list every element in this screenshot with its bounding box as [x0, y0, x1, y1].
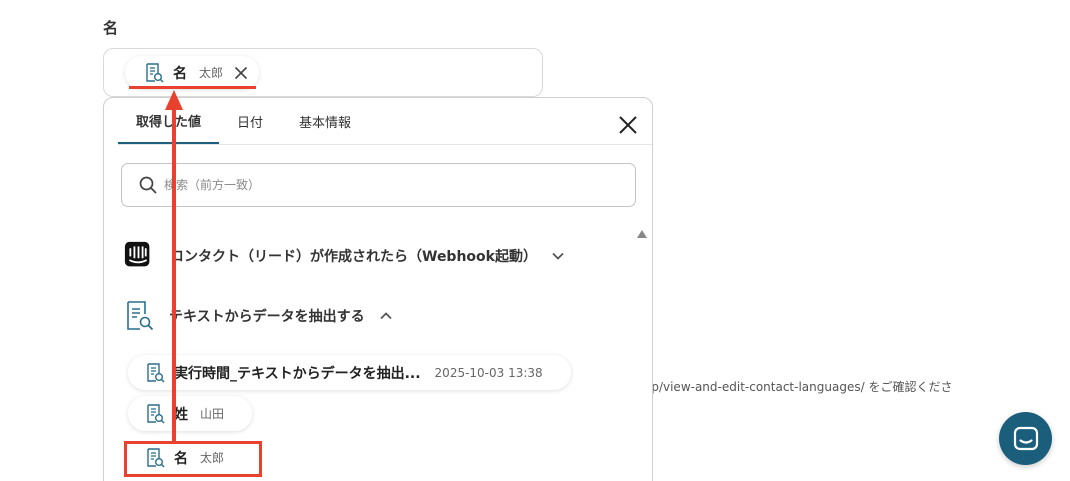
- group-title: テキストからデータを抽出する: [169, 309, 365, 325]
- document-search-icon: [146, 62, 164, 83]
- search-box[interactable]: [121, 163, 636, 207]
- document-search-icon: [147, 403, 165, 424]
- tab-acquired-values[interactable]: 取得した値: [118, 98, 220, 145]
- close-icon[interactable]: [617, 114, 639, 136]
- output-item-first-name[interactable]: 名 太郎: [128, 441, 253, 474]
- group-intercom-trigger[interactable]: コンタクト（リード）が作成されたら（Webhook起動）: [124, 241, 565, 270]
- item-value: 山田: [200, 407, 225, 421]
- chevron-up-icon[interactable]: [379, 309, 393, 323]
- tab-basic-info[interactable]: 基本情報: [281, 98, 369, 145]
- search-icon: [139, 176, 157, 194]
- output-item-execution-time[interactable]: 実行時間_テキストからデータを抽出... 2025-10-03 13:38: [128, 355, 571, 390]
- item-label: 姓: [174, 406, 188, 423]
- group-extract-text-data[interactable]: テキストからデータを抽出する: [123, 300, 393, 332]
- item-label: 名: [174, 450, 188, 467]
- output-item-last-name[interactable]: 姓 山田: [128, 396, 253, 431]
- picker-tabs: 取得した値 日付 基本情報: [118, 98, 369, 145]
- help-text: lp/view-and-edit-contact-languages/ をご確認…: [648, 380, 953, 394]
- item-value: 2025-10-03 13:38: [434, 365, 543, 380]
- intercom-logo-icon: [124, 241, 150, 267]
- chat-icon: [1013, 426, 1038, 450]
- document-search-icon: [147, 362, 165, 383]
- tab-divider: [118, 144, 652, 145]
- group-title: コンタクト（リード）が作成されたら（Webhook起動）: [170, 248, 537, 265]
- item-value: 太郎: [200, 451, 225, 465]
- document-search-icon: [127, 301, 154, 331]
- chat-launcher-button[interactable]: [999, 412, 1052, 465]
- document-search-icon: [147, 447, 165, 468]
- selected-chip-label: 名: [173, 65, 187, 82]
- remove-chip-icon[interactable]: [233, 65, 249, 81]
- selected-chip-value: 太郎: [199, 66, 224, 80]
- search-input[interactable]: [164, 178, 604, 192]
- chevron-down-icon[interactable]: [551, 249, 565, 263]
- scroll-up-arrow-icon[interactable]: [636, 228, 648, 240]
- selected-value-chip[interactable]: 名 太郎: [125, 56, 260, 89]
- tab-date[interactable]: 日付: [219, 98, 281, 145]
- item-label: 実行時間_テキストからデータを抽出...: [174, 365, 421, 382]
- field-label-first-name: 名: [103, 19, 119, 37]
